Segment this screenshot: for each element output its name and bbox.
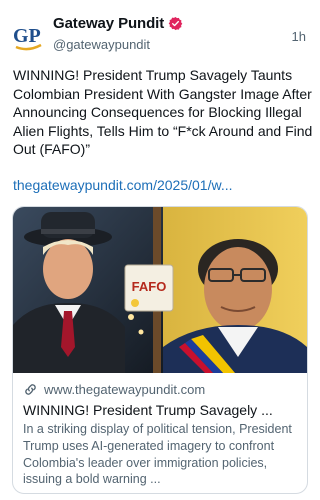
- card-description: In a striking display of political tensi…: [23, 422, 292, 487]
- card-image[interactable]: FAFO: [13, 207, 307, 373]
- card-domain-row: www.thegatewaypundit.com: [23, 381, 297, 398]
- avatar[interactable]: GP: [13, 20, 43, 52]
- author-name[interactable]: Gateway Pundit: [53, 15, 164, 32]
- author-row: Gateway Pundit: [53, 15, 183, 32]
- post-link[interactable]: thegatewaypundit.com/2025/01/w...: [13, 177, 232, 193]
- timestamp[interactable]: 1h: [292, 29, 306, 44]
- post-card[interactable]: GP Gateway Pundit @gatewaypundit 1h WINN…: [0, 0, 320, 500]
- card-domain: www.thegatewaypundit.com: [44, 382, 206, 397]
- author-handle[interactable]: @gatewaypundit: [53, 37, 150, 52]
- avatar-text: GP: [13, 25, 41, 47]
- post-text: WINNING! President Trump Savagely Taunts…: [13, 67, 313, 157]
- link-icon: [23, 382, 38, 397]
- verified-badge-icon: [168, 16, 183, 31]
- card-title[interactable]: WINNING! President Trump Savagely ...: [23, 401, 293, 419]
- card-body: www.thegatewaypundit.com WINNING! Presid…: [13, 373, 307, 488]
- link-preview-card[interactable]: FAFO www.thegatewaypundit.com WINNING! P…: [12, 206, 308, 494]
- sign-text: FAFO: [132, 279, 167, 294]
